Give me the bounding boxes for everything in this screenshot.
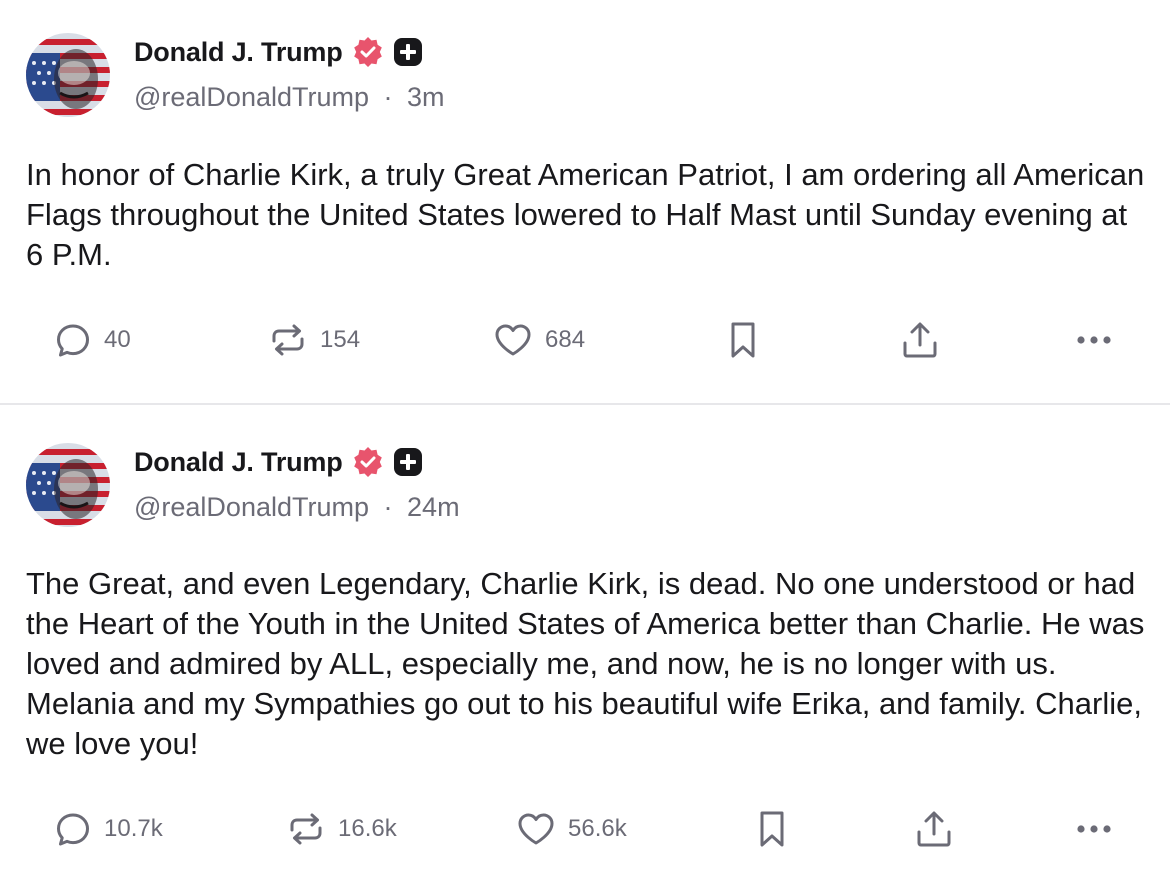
like-button[interactable]: 56.6k — [516, 804, 627, 854]
repost-button[interactable]: 154 — [268, 315, 360, 365]
verified-badge-icon — [353, 37, 382, 67]
avatar[interactable] — [26, 443, 110, 527]
bookmark-icon — [731, 322, 755, 358]
handle[interactable]: @realDonaldTrump — [134, 492, 369, 522]
handle-row: @realDonaldTrump · 3m — [134, 82, 445, 113]
timestamp[interactable]: 3m — [407, 82, 445, 112]
reply-count: 40 — [104, 326, 131, 353]
like-button[interactable]: 684 — [493, 315, 585, 365]
separator: · — [383, 82, 393, 112]
like-count: 684 — [545, 326, 586, 353]
post[interactable]: Donald J. Trump @realDonaldTrump · 24m T… — [0, 410, 1170, 884]
share-button[interactable] — [900, 315, 940, 365]
share-button[interactable] — [914, 804, 954, 854]
like-count: 56.6k — [568, 815, 627, 842]
bookmark-icon — [760, 811, 784, 847]
repost-count: 154 — [320, 326, 361, 353]
repost-count: 16.6k — [338, 815, 397, 842]
heart-icon — [518, 813, 554, 845]
more-icon — [1077, 336, 1111, 344]
separator: · — [383, 492, 393, 522]
author-name[interactable]: Donald J. Trump — [134, 447, 343, 478]
handle-row: @realDonaldTrump · 24m — [134, 492, 460, 523]
repost-icon — [290, 813, 322, 845]
bookmark-button[interactable] — [726, 315, 760, 365]
handle[interactable]: @realDonaldTrump — [134, 82, 369, 112]
action-bar: 40 154 684 — [0, 315, 1170, 365]
reply-icon — [57, 324, 89, 357]
repost-button[interactable]: 16.6k — [286, 804, 397, 854]
reply-button[interactable]: 40 — [54, 315, 131, 365]
plus-badge-icon — [393, 448, 422, 476]
post[interactable]: Donald J. Trump @realDonaldTrump · 3m In… — [0, 0, 1170, 400]
more-icon — [1077, 825, 1111, 833]
post-text: In honor of Charlie Kirk, a truly Great … — [26, 157, 1145, 272]
reply-count: 10.7k — [104, 815, 163, 842]
bookmark-button[interactable] — [755, 804, 789, 854]
more-options-button[interactable] — [1075, 804, 1115, 854]
post-divider — [0, 403, 1170, 405]
verified-badge-icon — [353, 447, 382, 477]
share-icon — [903, 322, 937, 358]
reply-button[interactable]: 10.7k — [54, 804, 163, 854]
avatar[interactable] — [26, 33, 110, 117]
author-name[interactable]: Donald J. Trump — [134, 37, 343, 68]
repost-icon — [272, 324, 304, 356]
heart-icon — [495, 324, 531, 356]
post-text: The Great, and even Legendary, Charlie K… — [26, 566, 1145, 761]
reply-icon — [57, 813, 89, 846]
more-options-button[interactable] — [1075, 315, 1115, 365]
timestamp[interactable]: 24m — [407, 492, 460, 522]
share-icon — [917, 811, 951, 847]
action-bar: 10.7k 16.6k 56.6k — [0, 804, 1170, 854]
plus-badge-icon — [393, 38, 422, 66]
